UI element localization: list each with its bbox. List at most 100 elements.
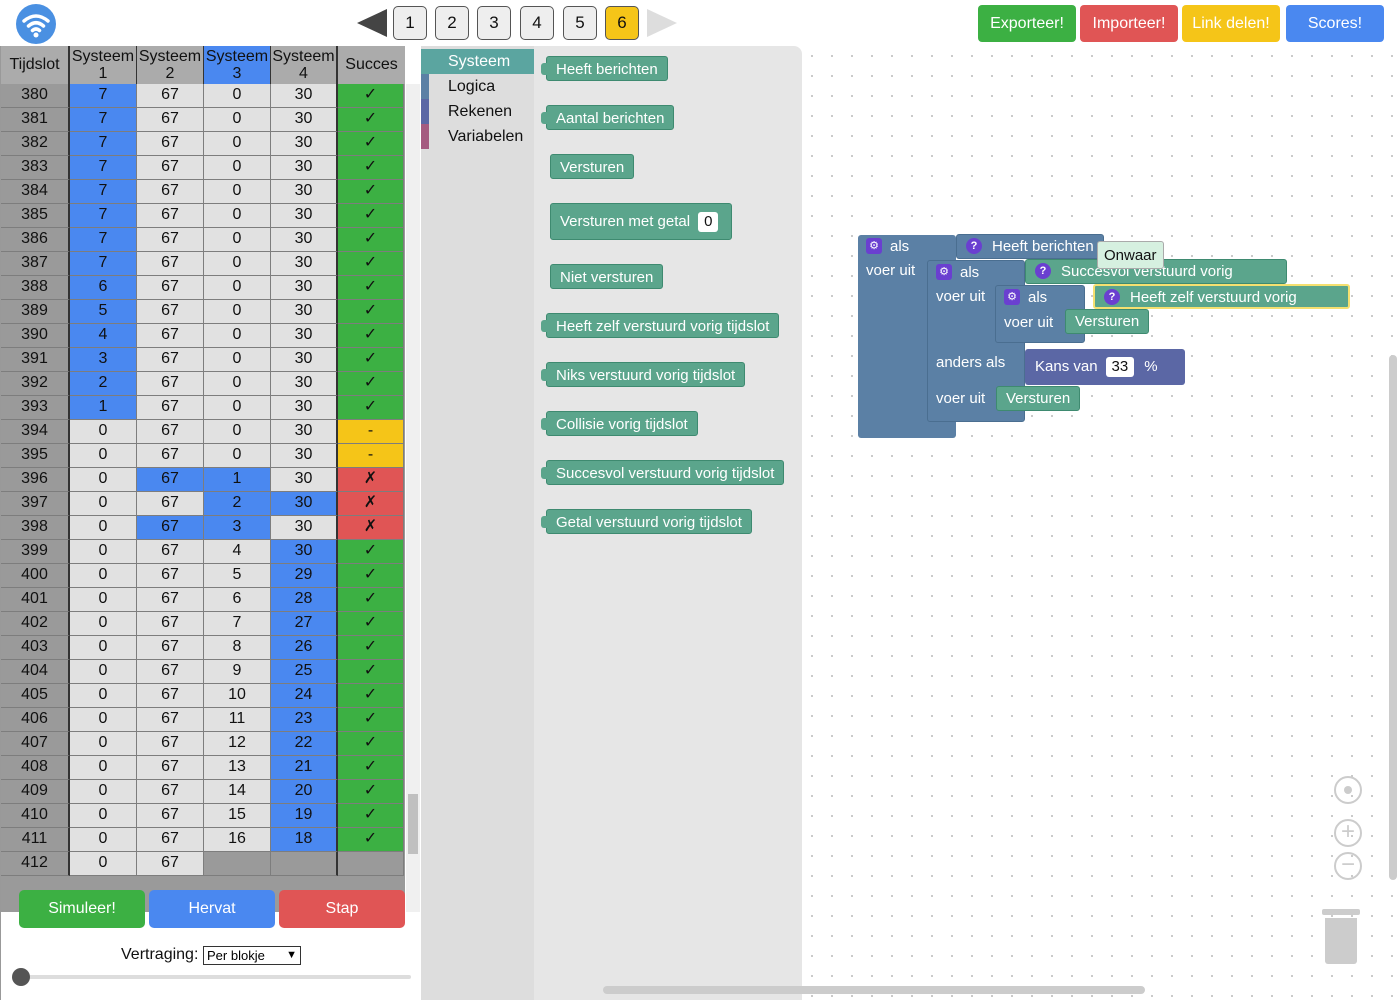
block-label: Succesvol verstuurd vorig tijdslot (556, 465, 775, 482)
cell-tijdslot: 406 (1, 708, 70, 732)
share-link-button[interactable]: Link delen! (1182, 5, 1280, 42)
cell-systeem-2: 67 (137, 564, 204, 588)
level-button-3[interactable]: 3 (477, 6, 511, 40)
gear-icon[interactable]: ⚙ (936, 264, 952, 281)
gear-icon[interactable]: ⚙ (866, 238, 882, 255)
block-niks-verstuurd[interactable]: Niks verstuurd vorig tijdslot (541, 362, 746, 387)
category-rekenen[interactable]: Rekenen (421, 99, 534, 124)
table-row: 393 1 67 0 30 ✓ (1, 396, 405, 420)
cond-heeft-zelf-verstuurd[interactable]: ?Heeft zelf verstuurd vorig tijdslot (1093, 284, 1350, 330)
cell-systeem-3: 13 (204, 756, 271, 780)
delay-select[interactable]: Per blokje ▼ (203, 946, 301, 965)
results-table[interactable]: 380 7 67 0 30 ✓ 381 7 67 0 30 ✓ 382 7 67 0 30 ✓ 383 7 67 0 30 ✓… (1, 84, 405, 912)
cell-tijdslot: 402 (1, 612, 70, 636)
cell-systeem-2: 67 (137, 468, 204, 492)
cell-systeem-1: 0 (70, 564, 137, 588)
next-level-arrow-icon[interactable] (647, 9, 677, 37)
block-label: Heeft zelf verstuurd vorig tijdslot (556, 318, 770, 335)
cell-systeem-3: 14 (204, 780, 271, 804)
level-button-2[interactable]: 2 (435, 6, 469, 40)
table-scrollbar[interactable] (406, 84, 420, 912)
cell-systeem-3: 8 (204, 636, 271, 660)
block-niet-versturen[interactable]: Niet versturen (550, 264, 664, 289)
help-icon[interactable]: ? (1104, 289, 1120, 306)
cell-systeem-4: 18 (271, 828, 338, 852)
cell-systeem-1: 7 (70, 228, 137, 252)
cell-systeem-3: 12 (204, 732, 271, 756)
block-collisie[interactable]: Collisie vorig tijdslot (541, 411, 698, 436)
category-logica[interactable]: Logica (421, 74, 534, 99)
cell-systeem-1: 7 (70, 84, 137, 108)
number-input[interactable]: 0 (698, 212, 719, 232)
cell-systeem-2: 67 (137, 516, 204, 540)
table-row: 382 7 67 0 30 ✓ (1, 132, 405, 156)
level-button-1[interactable]: 1 (393, 6, 427, 40)
cell-systeem-3: 0 (204, 228, 271, 252)
level-button-5[interactable]: 5 (563, 6, 597, 40)
cell-tijdslot: 403 (1, 636, 70, 660)
block-heeft-zelf-verstuurd[interactable]: Heeft zelf verstuurd vorig tijdslot (541, 313, 780, 338)
workspace-scrollbar-horizontal[interactable] (603, 986, 1145, 994)
delay-slider-handle[interactable] (12, 968, 30, 986)
import-button[interactable]: Importeer! (1080, 5, 1178, 42)
scores-button[interactable]: Scores! (1286, 5, 1384, 42)
previous-level-arrow-icon[interactable] (357, 9, 387, 37)
trash-lid-icon (1322, 909, 1360, 915)
level-button-4[interactable]: 4 (520, 6, 554, 40)
category-swatch (421, 99, 429, 124)
export-button[interactable]: Exporteer! (978, 5, 1076, 42)
category-systeem[interactable]: Systeem (421, 49, 534, 74)
block-heeft-berichten[interactable]: Heeft berichten (541, 56, 668, 81)
help-icon[interactable]: ? (1035, 263, 1051, 280)
chance-input[interactable]: 33 (1105, 357, 1135, 377)
category-variabelen[interactable]: Variabelen (421, 124, 534, 149)
action-versturen-1[interactable]: Versturen (1065, 309, 1150, 334)
table-header: Tijdslot Systeem 1 Systeem 2 Systeem 3 S… (1, 46, 405, 84)
block-label: Niks verstuurd vorig tijdslot (556, 367, 736, 384)
cell-succes: ✓ (338, 540, 404, 564)
cell-systeem-2: 67 (137, 180, 204, 204)
zoom-in-icon[interactable]: + (1334, 819, 1362, 847)
table-row: 383 7 67 0 30 ✓ (1, 156, 405, 180)
step-button[interactable]: Stap (279, 890, 405, 928)
block-versturen-met-getal[interactable]: Versturen met getal 0 (550, 203, 733, 240)
workspace-scrollbar-vertical[interactable] (1389, 355, 1397, 880)
table-row: 401 0 67 6 28 ✓ (1, 588, 405, 612)
cell-systeem-3: 0 (204, 156, 271, 180)
cell-succes: ✓ (338, 396, 404, 420)
resume-button[interactable]: Hervat (149, 890, 275, 928)
block-succesvol-verstuurd[interactable]: Succesvol verstuurd vorig tijdslot (541, 460, 785, 485)
cond-heeft-berichten[interactable]: ? Heeft berichten (956, 234, 1104, 259)
block-label: Niet versturen (560, 269, 654, 286)
block-getal-verstuurd[interactable]: Getal verstuurd vorig tijdslot (541, 509, 752, 534)
cell-succes: ✓ (338, 324, 404, 348)
delay-slider[interactable] (19, 975, 411, 979)
block-versturen[interactable]: Versturen (550, 154, 635, 179)
cell-systeem-3: 0 (204, 180, 271, 204)
cell-systeem-1: 0 (70, 612, 137, 636)
cell-systeem-1: 0 (70, 468, 137, 492)
center-target-icon[interactable] (1334, 776, 1362, 804)
simulate-button[interactable]: Simuleer! (19, 890, 145, 928)
block-aantal-berichten[interactable]: Aantal berichten (541, 105, 675, 130)
cell-systeem-4: 25 (271, 660, 338, 684)
table-row: 412 0 67 (1, 852, 405, 876)
gear-icon[interactable]: ⚙ (1004, 289, 1020, 306)
zoom-out-icon[interactable]: − (1334, 852, 1362, 880)
cell-systeem-3: 1 (204, 468, 271, 492)
chance-label: Kans van (1035, 358, 1098, 375)
chance-block[interactable]: Kans van 33% (1025, 349, 1185, 385)
cell-systeem-4: 22 (271, 732, 338, 756)
help-icon[interactable]: ? (966, 238, 982, 255)
action-versturen-2[interactable]: Versturen (996, 386, 1081, 411)
cell-systeem-2: 67 (137, 492, 204, 516)
cell-systeem-4: 30 (271, 468, 338, 492)
block-workspace[interactable]: ⚙ als voer uit ? Heeft berichten ⚙ als voer… (802, 46, 1400, 1000)
table-scrollbar-thumb[interactable] (408, 794, 418, 854)
cell-succes: ✓ (338, 828, 404, 852)
block-label: Collisie vorig tijdslot (556, 416, 688, 433)
level-button-6[interactable]: 6 (605, 6, 639, 40)
cell-systeem-3 (204, 852, 271, 876)
trash-icon[interactable] (1325, 918, 1357, 964)
cell-systeem-1: 0 (70, 852, 137, 876)
